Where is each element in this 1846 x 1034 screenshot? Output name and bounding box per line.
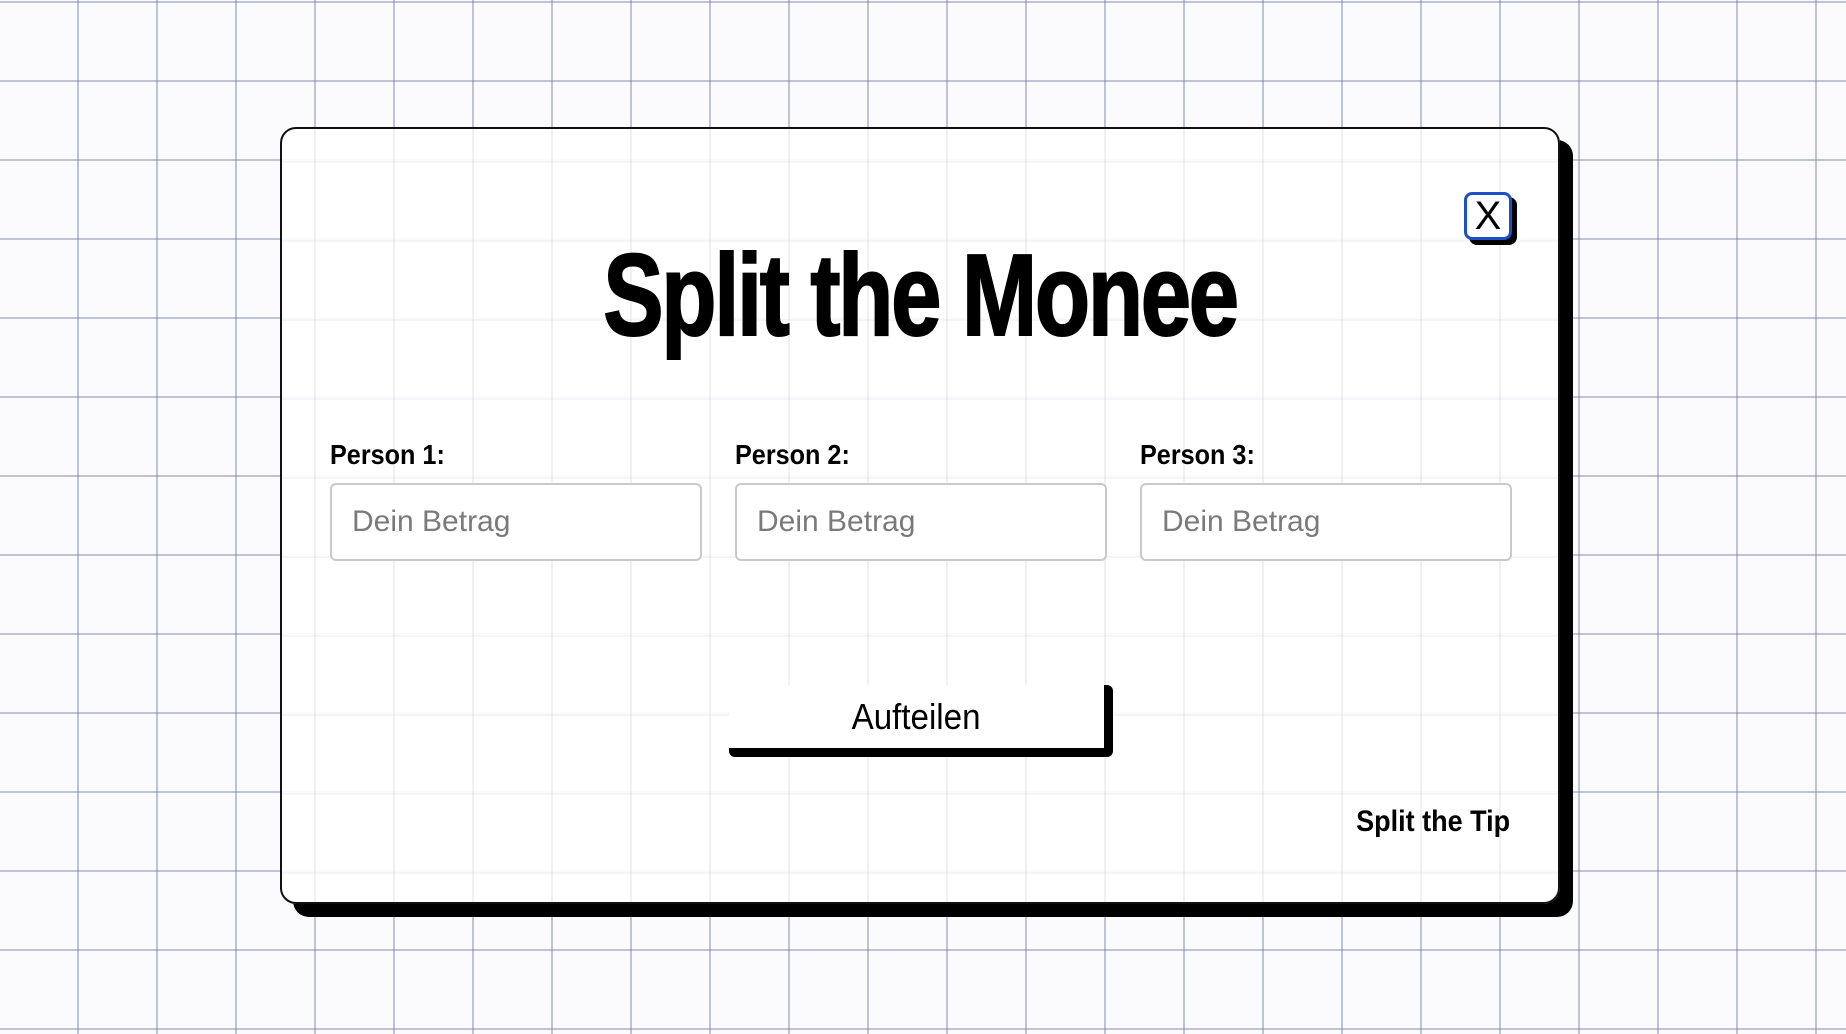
split-button-label: Aufteilen bbox=[852, 695, 981, 737]
person-1-label: Person 1: bbox=[330, 439, 445, 470]
person-3-amount-input[interactable] bbox=[1140, 483, 1512, 561]
person-2-amount-input[interactable] bbox=[735, 483, 1107, 561]
person-1-amount-input[interactable] bbox=[330, 483, 702, 561]
close-button[interactable]: X bbox=[1464, 192, 1512, 240]
page-title: Split the Monee bbox=[602, 230, 1239, 360]
split-the-tip-link[interactable]: Split the Tip bbox=[1356, 805, 1510, 839]
person-2-group: Person 2: bbox=[735, 439, 1107, 561]
split-money-card: X Split the Monee Person 1: Person 2: Pe… bbox=[280, 127, 1560, 904]
person-3-label: Person 3: bbox=[1140, 439, 1255, 470]
person-1-group: Person 1: bbox=[330, 439, 702, 561]
split-button[interactable]: Aufteilen bbox=[729, 685, 1113, 757]
person-2-label: Person 2: bbox=[735, 439, 850, 470]
person-3-group: Person 3: bbox=[1140, 439, 1512, 561]
